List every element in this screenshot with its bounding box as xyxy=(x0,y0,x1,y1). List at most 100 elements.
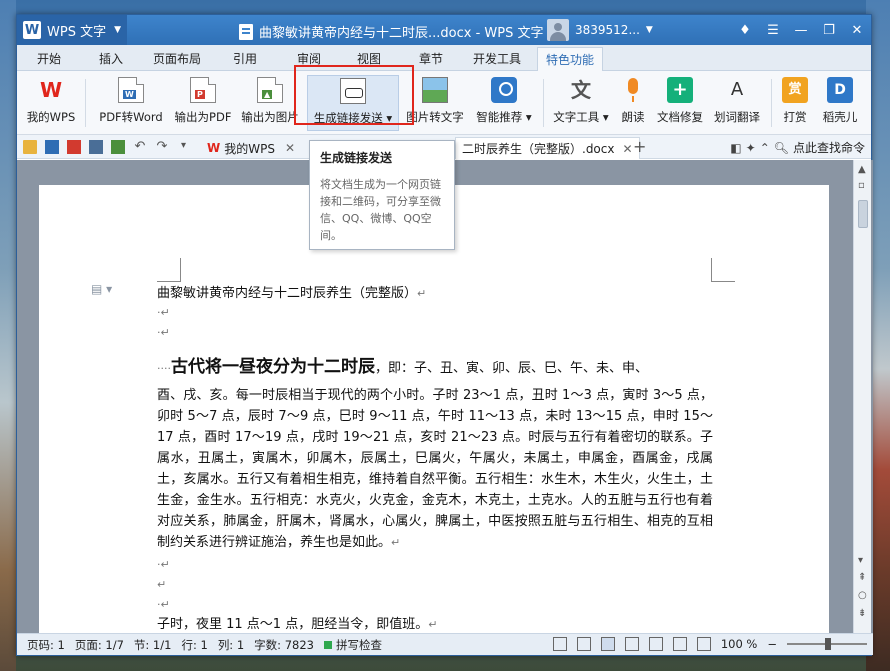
shell-button[interactable]: D 稻壳儿 xyxy=(817,75,863,131)
scroll-down-icon[interactable]: ▾ xyxy=(858,555,863,566)
status-section[interactable]: 节: 1/1 xyxy=(134,637,172,653)
reward-button[interactable]: 赏 打赏 xyxy=(777,75,813,131)
close-icon[interactable]: ✕ xyxy=(849,23,865,38)
prev-page-icon[interactable]: ⇞ xyxy=(858,572,866,583)
status-pages[interactable]: 页面: 1/7 xyxy=(75,637,124,653)
smart-recommend-label: 智能推荐 ▾ xyxy=(476,110,532,124)
zoom-slider[interactable] xyxy=(787,638,867,650)
smart-recommend-icon xyxy=(491,77,517,103)
select-browse-icon[interactable]: ○ xyxy=(858,590,867,601)
vertical-scrollbar[interactable]: ▲ ▫ ▾ ⇞ ○ ⇟ xyxy=(853,160,871,635)
toolbar-icon[interactable]: ✦ xyxy=(746,141,756,155)
tab-chapter[interactable]: 章节 xyxy=(419,50,443,67)
zoom-out-icon[interactable]: − xyxy=(767,637,777,651)
avatar xyxy=(547,19,569,41)
search-icon: 🔍︎ xyxy=(773,140,789,155)
empty-paragraph: ·↵ xyxy=(157,326,170,339)
doc-repair-button[interactable]: 文档修复 xyxy=(653,75,707,131)
my-wps-button[interactable]: W 我的WPS xyxy=(23,75,79,131)
word-translate-button[interactable]: A 划词翻译 xyxy=(709,75,765,131)
export-pdf-button[interactable]: P 输出为PDF xyxy=(171,75,235,131)
page-margin-marker xyxy=(711,258,735,282)
user-account[interactable]: 3839512... ▼ xyxy=(547,15,653,45)
smart-recommend-button[interactable]: 智能推荐 ▾ xyxy=(471,75,537,131)
doc-repair-label: 文档修复 xyxy=(657,110,703,124)
skin-icon[interactable]: ♦ xyxy=(737,23,753,38)
tab-special-features[interactable]: 特色功能 xyxy=(537,47,604,71)
generate-link-tooltip: 生成链接发送 将文档生成为一个网页链接和二维码，可分享至微信、QQ、微博、QQ空… xyxy=(309,140,455,250)
close-icon[interactable]: ✕ xyxy=(285,141,295,155)
divider xyxy=(543,79,544,127)
web-view-icon[interactable] xyxy=(648,637,663,651)
customize-dropdown-icon[interactable]: ▾ xyxy=(181,140,195,154)
status-page-number[interactable]: 页码: 1 xyxy=(27,637,65,653)
tooltip-body: 将文档生成为一个网页链接和二维码，可分享至微信、QQ、微博、QQ空间。 xyxy=(320,178,441,242)
export-pdf-icon[interactable] xyxy=(67,140,81,154)
tooltip-title: 生成链接发送 xyxy=(320,151,393,165)
paragraph-menu-icon[interactable]: ▤ ▾ xyxy=(91,282,112,296)
next-page-icon[interactable]: ⇟ xyxy=(858,608,866,619)
zoom-slider-handle[interactable] xyxy=(825,638,831,650)
close-icon[interactable]: ✕ xyxy=(622,142,632,156)
tab-references[interactable]: 引用 xyxy=(233,50,257,67)
doc-tab-label: 二时辰养生（完整版）.docx xyxy=(462,142,615,156)
settings-icon[interactable]: ☰ xyxy=(765,23,781,38)
divider xyxy=(85,79,86,127)
spell-check-toggle[interactable]: 拼写检查 xyxy=(323,637,382,653)
doc-tab-current[interactable]: 二时辰养生（完整版）.docx ✕ xyxy=(455,137,640,159)
highlight-annotation xyxy=(294,65,414,125)
repair-icon xyxy=(667,77,693,103)
wps-logo-icon: W xyxy=(39,78,63,102)
empty-paragraph: ·↵ xyxy=(157,306,170,319)
print-preview-icon[interactable] xyxy=(111,140,125,154)
open-folder-icon[interactable] xyxy=(23,140,37,154)
expand-icon[interactable]: ▫ xyxy=(858,180,865,191)
document-icon xyxy=(239,23,253,40)
protect-view-icon[interactable] xyxy=(552,637,567,651)
tab-developer[interactable]: 开发工具 xyxy=(473,50,521,67)
window-controls: ♦ ☰ — ❐ ✕ xyxy=(737,15,865,45)
reading-view-icon[interactable] xyxy=(672,637,687,651)
doc-title-line: 曲黎敏讲黄帝内经与十二时辰养生（完整版）↵ xyxy=(157,286,427,301)
empty-paragraph: ↵ xyxy=(157,578,167,591)
read-aloud-button[interactable]: 朗读 xyxy=(615,75,651,131)
pdf-to-word-button[interactable]: W PDF转Word xyxy=(93,75,169,131)
page-view-icon[interactable] xyxy=(600,637,615,651)
status-controls: 100 % − xyxy=(552,637,867,651)
shell-label: 稻壳儿 xyxy=(822,110,858,124)
outline-view-icon[interactable] xyxy=(624,637,639,651)
status-row: 行: 1 xyxy=(181,637,208,652)
my-wps-label: 我的WPS xyxy=(26,110,76,124)
scrollbar-thumb[interactable] xyxy=(858,200,868,228)
command-search[interactable]: ◧ ✦ ⌃ 🔍︎ 点此查找命令 xyxy=(730,139,865,156)
scroll-up-icon[interactable]: ▲ xyxy=(858,164,866,175)
status-word-count[interactable]: 字数: 7823 xyxy=(254,637,314,653)
doc-tab-label: 我的WPS xyxy=(224,141,275,156)
app-menu-button[interactable]: W WPS 文字 ▼ xyxy=(17,15,127,45)
toolbar-icon[interactable]: ◧ xyxy=(730,141,741,155)
full-screen-icon[interactable] xyxy=(576,637,591,651)
tab-home[interactable]: 开始 xyxy=(37,50,61,67)
export-image-label: 输出为图片 xyxy=(241,110,299,124)
tab-page-layout[interactable]: 页面布局 xyxy=(153,50,201,67)
new-tab-icon[interactable]: + xyxy=(633,137,646,156)
chevron-down-icon: ▼ xyxy=(645,25,653,35)
restore-icon[interactable]: ❐ xyxy=(821,23,837,38)
undo-icon[interactable]: ↶ xyxy=(133,140,147,154)
document-page[interactable]: ▤ ▾ 曲黎敏讲黄帝内经与十二时辰养生（完整版）↵ ·↵ ·↵ ····古代将一… xyxy=(39,185,829,635)
text-tools-button[interactable]: 文 文字工具 ▾ xyxy=(549,75,613,131)
tab-insert[interactable]: 插入 xyxy=(99,50,123,67)
minimize-icon[interactable]: — xyxy=(793,23,809,38)
export-pdf-icon: P xyxy=(190,77,216,103)
redo-icon[interactable]: ↷ xyxy=(155,140,169,154)
doc-tab-my-wps[interactable]: W 我的WPS ✕ xyxy=(207,137,295,159)
print-icon[interactable] xyxy=(89,140,103,154)
save-icon[interactable] xyxy=(45,140,59,154)
eye-protect-icon[interactable] xyxy=(696,637,711,651)
zoom-level[interactable]: 100 % xyxy=(721,637,758,651)
window-title: 曲黎敏讲黄帝内经与十二时辰...docx - WPS 文字 xyxy=(239,22,543,41)
collapse-icon[interactable]: ⌃ xyxy=(760,141,770,155)
translate-icon: A xyxy=(730,79,744,100)
wps-writer-window: W WPS 文字 ▼ 曲黎敏讲黄帝内经与十二时辰...docx - WPS 文字… xyxy=(16,14,873,656)
doc-body-paragraph: 酉、戌、亥。每一时辰相当于现代的两个小时。子时 23～1 点，丑时 1～3 点，… xyxy=(157,388,713,550)
